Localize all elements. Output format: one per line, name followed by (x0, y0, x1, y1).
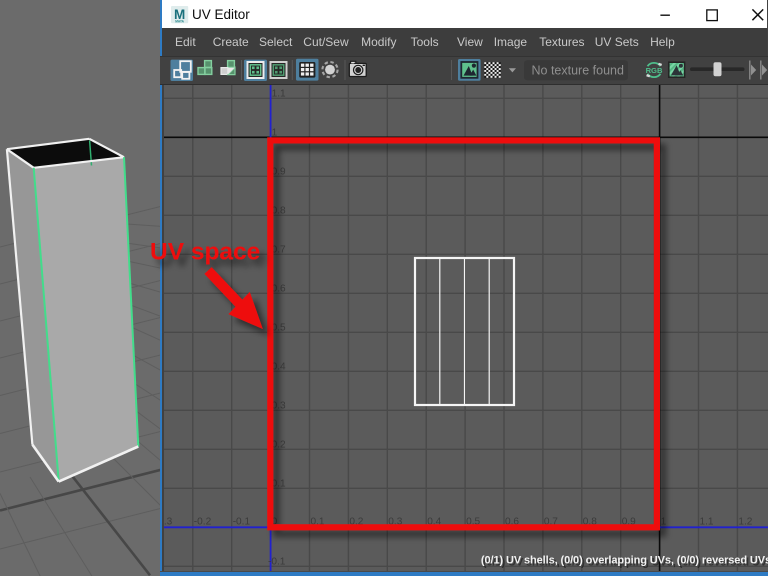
svg-text:-0.2: -0.2 (194, 516, 212, 527)
svg-text:0.7: 0.7 (544, 516, 558, 527)
svg-text:0.4: 0.4 (427, 516, 441, 527)
svg-text:0.6: 0.6 (272, 283, 286, 294)
svg-text:0.3: 0.3 (388, 516, 402, 527)
svg-text:0.2: 0.2 (349, 516, 363, 527)
svg-text:0.4: 0.4 (272, 361, 286, 372)
svg-text:-0.3: -0.3 (164, 516, 173, 527)
svg-text:0.7: 0.7 (272, 244, 286, 255)
svg-text:0.5: 0.5 (272, 322, 286, 333)
svg-text:0.8: 0.8 (272, 205, 286, 216)
svg-text:0.2: 0.2 (272, 439, 286, 450)
svg-text:1: 1 (272, 127, 278, 138)
svg-text:0.9: 0.9 (622, 516, 636, 527)
svg-text:0.1: 0.1 (311, 516, 325, 527)
svg-text:0.6: 0.6 (505, 516, 519, 527)
svg-text:0.9: 0.9 (272, 166, 286, 177)
svg-text:-0.1: -0.1 (268, 556, 286, 567)
svg-text:-0.1: -0.1 (233, 516, 251, 527)
svg-text:0.8: 0.8 (583, 516, 597, 527)
svg-text:0.5: 0.5 (466, 516, 480, 527)
svg-text:0: 0 (272, 516, 278, 527)
svg-text:1.1: 1.1 (700, 516, 714, 527)
svg-text:0.3: 0.3 (272, 400, 286, 411)
svg-text:1.2: 1.2 (738, 516, 752, 527)
svg-text:(0/1) UV shells, (0/0) overlap: (0/1) UV shells, (0/0) overlapping UVs, … (481, 555, 768, 567)
svg-text:RGB: RGB (646, 66, 663, 75)
svg-text:1.1: 1.1 (272, 88, 286, 99)
svg-text:1: 1 (661, 516, 667, 527)
svg-text:0.1: 0.1 (272, 478, 286, 489)
svg-text:No texture found: No texture found (532, 63, 624, 77)
